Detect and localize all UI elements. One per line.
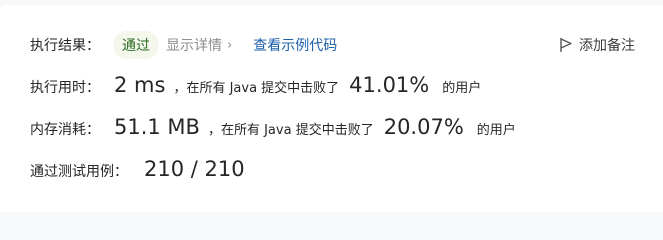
add-note-button[interactable]: 添加备注: [559, 35, 635, 55]
add-note-label: 添加备注: [579, 38, 635, 54]
flag-icon: [560, 38, 572, 52]
memory-label: 内存消耗：: [30, 122, 100, 138]
runtime-label: 执行用时：: [30, 80, 100, 96]
submission-result-card: 执行结果： 通过 显示详情 › 查看示例代码 添加备注 执行用时： 2 ms ，…: [0, 5, 663, 212]
runtime-value: 2 ms: [114, 73, 166, 97]
runtime-row: 执行用时： 2 ms ，在所有 Java 提交中击败了 41.01% 的用户: [30, 73, 481, 97]
view-sample-code-link[interactable]: 查看示例代码: [253, 35, 337, 55]
runtime-percent: 41.01%: [349, 73, 430, 97]
show-details-link[interactable]: 显示详情 ›: [166, 35, 232, 55]
test-cases-label: 通过测试用例：: [30, 164, 128, 180]
status-badge: 通过: [113, 31, 159, 59]
show-details-label: 显示详情: [166, 38, 222, 54]
memory-suffix: 的用户: [476, 123, 516, 138]
test-cases-value: 210 / 210: [144, 157, 245, 181]
chevron-right-icon: ›: [227, 37, 233, 53]
memory-row: 内存消耗： 51.1 MB ，在所有 Java 提交中击败了 20.07% 的用…: [30, 115, 516, 139]
memory-beat-text: ，在所有 Java 提交中击败了: [207, 123, 374, 138]
result-label: 执行结果：: [30, 38, 100, 54]
runtime-suffix: 的用户: [442, 81, 482, 96]
result-row: 执行结果： 通过 显示详情 › 查看示例代码: [30, 31, 337, 59]
memory-value: 51.1 MB: [114, 115, 200, 139]
runtime-beat-text: ，在所有 Java 提交中击败了: [173, 81, 340, 96]
memory-percent: 20.07%: [383, 115, 464, 139]
test-cases-row: 通过测试用例： 210 / 210: [30, 157, 245, 181]
